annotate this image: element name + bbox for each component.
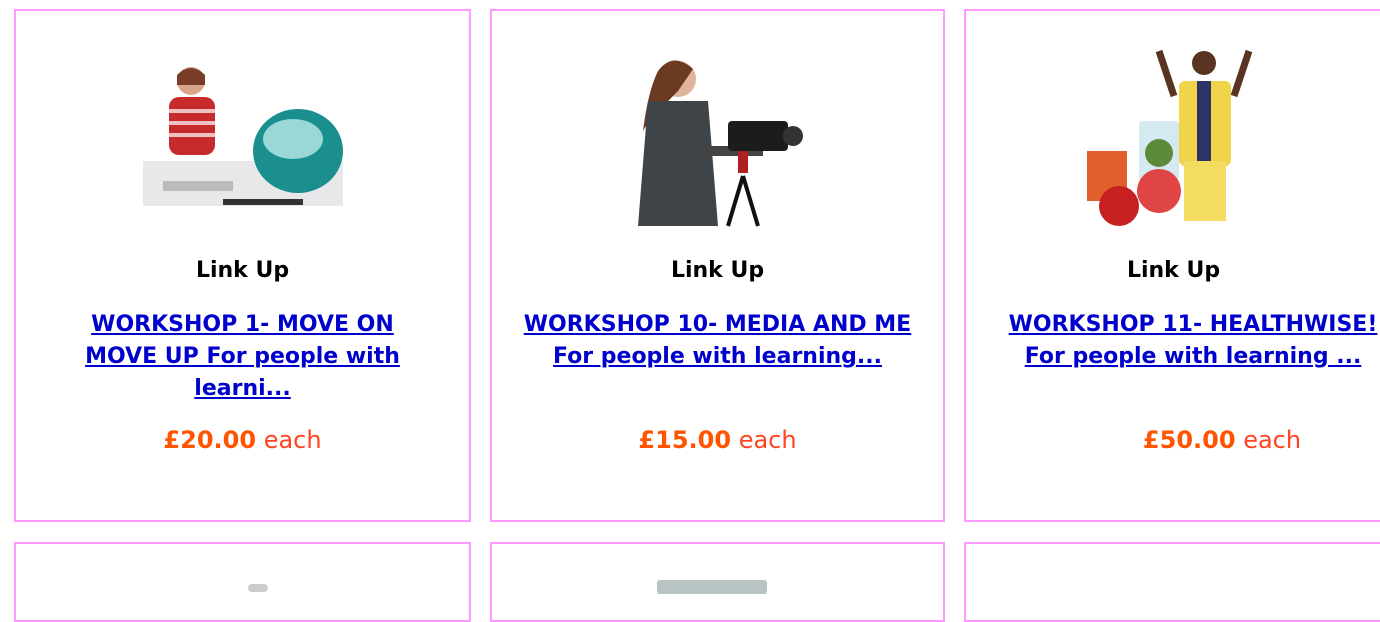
price-amount: £50.00 [1142,426,1236,454]
person-with-computer-image[interactable] [16,41,469,241]
product-card [14,542,471,622]
product-image-partial [248,584,268,592]
product-title-link[interactable]: WORKSHOP 10- MEDIA AND ME For people wit… [514,309,921,373]
product-card [490,542,945,622]
product-image-partial [657,580,767,594]
product-card: Link Up WORKSHOP 10- MEDIA AND ME For pe… [490,9,945,522]
price-line: £20.00 each [16,426,469,454]
product-title-link[interactable]: WORKSHOP 1- MOVE ON MOVE UP For people w… [56,309,429,405]
brand-name: Link Up [195,258,290,283]
price-line: £50.00 each [966,426,1380,454]
price-unit: each [738,426,797,454]
product-card: Link Up WORKSHOP 11- HEALTHWISE! For peo… [964,9,1380,522]
person-with-video-camera-image[interactable] [492,41,943,241]
product-title-link[interactable]: WORKSHOP 11- HEALTHWISE! For people with… [1008,309,1378,373]
product-card [964,542,1380,622]
price-amount: £20.00 [163,426,257,454]
brand-name: Link Up [1126,258,1221,283]
healthy-food-athlete-image[interactable] [966,41,1380,241]
product-card: Link Up WORKSHOP 1- MOVE ON MOVE UP For … [14,9,471,522]
price-unit: each [263,426,322,454]
price-line: £15.00 each [492,426,943,454]
brand-name: Link Up [670,258,765,283]
price-amount: £15.00 [638,426,732,454]
price-unit: each [1243,426,1302,454]
